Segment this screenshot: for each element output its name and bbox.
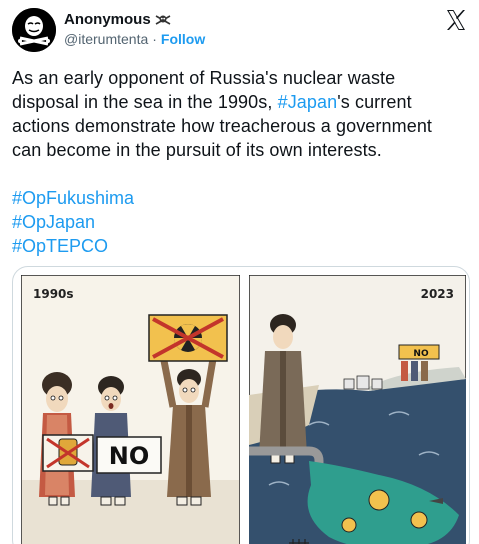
tweet-header: Anonymous @iterumtenta · Follow <box>12 8 472 52</box>
comic-panel-2023: NO 2023 <box>248 274 467 544</box>
tweet-line: actions demonstrate how treacherous a go… <box>12 116 433 136</box>
tweet-text: As an early opponent of Russia's nuclear… <box>12 66 472 162</box>
tweet-text-fragment: 's current <box>337 92 412 112</box>
no-sign-text: NO <box>109 442 150 470</box>
name-row: Anonymous <box>64 11 171 28</box>
panel-year-label: 1990s <box>33 287 74 301</box>
skull-crossbones-icon <box>155 14 171 25</box>
hashtag-list: #OpFukushima #OpJapan #OpTEPCO <box>12 186 134 258</box>
media-card[interactable]: NO 1990s NO 2023 <box>12 266 470 544</box>
tweet-text-fragment: disposal in the sea in the 1990s, <box>12 92 278 112</box>
comic-panel-1990s: NO 1990s <box>20 274 241 544</box>
tweet-line: can become in the pursuit of its own int… <box>12 140 382 160</box>
follow-button[interactable]: Follow <box>161 31 205 47</box>
tweet-line: As an early opponent of Russia's nuclear… <box>12 68 396 88</box>
handle[interactable]: @iterumtenta <box>64 31 148 47</box>
hashtag-link[interactable]: #Japan <box>278 92 338 112</box>
panel-year-label: 2023 <box>420 287 454 301</box>
comic-illustration-2023: NO <box>248 274 467 544</box>
small-no-sign-text: NO <box>413 349 429 359</box>
display-name[interactable]: Anonymous <box>64 11 151 28</box>
hashtag-link[interactable]: #OpJapan <box>12 210 134 234</box>
avatar[interactable] <box>12 8 56 52</box>
tweet-line: disposal in the sea in the 1990s, #Japan… <box>12 90 472 114</box>
hashtag-link[interactable]: #OpTEPCO <box>12 234 134 258</box>
comic-illustration-1990s: NO <box>20 274 241 544</box>
x-logo-icon[interactable] <box>444 8 468 32</box>
separator: · <box>152 31 157 47</box>
hashtag-link[interactable]: #OpFukushima <box>12 186 134 210</box>
handle-row: @iterumtenta · Follow <box>64 31 205 47</box>
anonymous-mask-icon <box>12 8 56 52</box>
